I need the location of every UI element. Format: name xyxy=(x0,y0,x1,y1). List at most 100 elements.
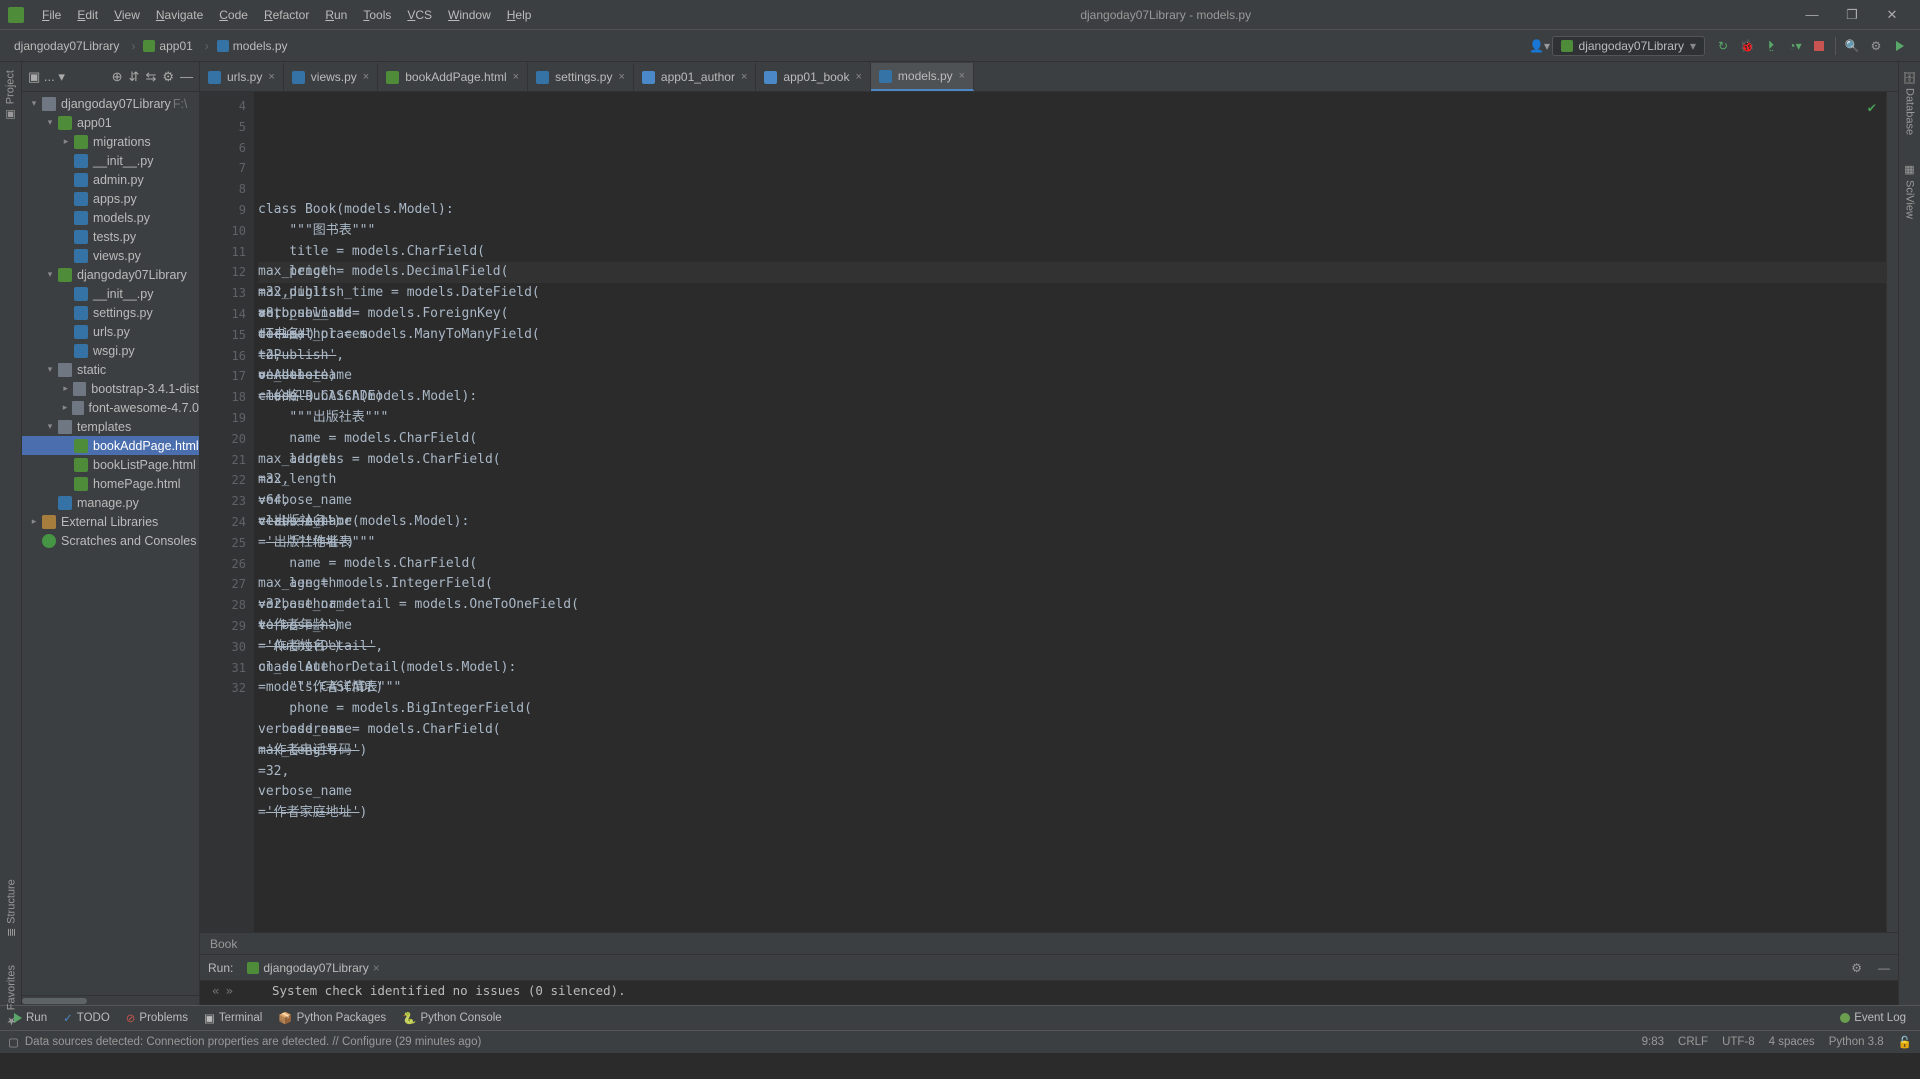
expand-icon[interactable]: ⇵ xyxy=(129,69,140,85)
run-settings-icon[interactable]: ⚙ xyxy=(1851,961,1862,975)
menu-window[interactable]: Window xyxy=(440,8,499,22)
close-icon[interactable]: × xyxy=(741,71,747,83)
tree-node[interactable]: urls.py xyxy=(22,322,199,341)
structure-tool-tab[interactable]: ≣ Structure xyxy=(3,875,20,941)
menu-refactor[interactable]: Refactor xyxy=(256,8,317,22)
collapse-icon[interactable]: ⇆ xyxy=(145,69,156,85)
tree-node[interactable]: apps.py xyxy=(22,189,199,208)
error-stripe[interactable] xyxy=(1886,92,1898,932)
encoding[interactable]: UTF-8 xyxy=(1722,1036,1755,1048)
run-config-tab[interactable]: djangoday07Library × xyxy=(241,959,385,977)
step-icon[interactable]: » xyxy=(226,983,234,998)
run-anything-icon[interactable] xyxy=(1889,35,1911,57)
tool-windows-icon[interactable]: ▢ xyxy=(8,1035,19,1049)
settings-icon[interactable]: ⚙ xyxy=(1865,35,1887,57)
hide-icon[interactable]: — xyxy=(180,69,193,84)
lock-icon[interactable]: 🔓 xyxy=(1898,1035,1912,1049)
tree-node[interactable]: models.py xyxy=(22,208,199,227)
tree-node[interactable]: bookAddPage.html xyxy=(22,436,199,455)
breadcrumb-root[interactable]: djangoday07Library xyxy=(8,37,125,55)
event-log-tab[interactable]: Event Log xyxy=(1832,1012,1914,1024)
menu-edit[interactable]: Edit xyxy=(69,8,106,22)
database-tool-tab[interactable]: 🗄 Database xyxy=(1901,66,1918,139)
editor-tab[interactable]: app01_author× xyxy=(634,63,757,91)
editor-breadcrumb[interactable]: Book xyxy=(200,932,1898,954)
menu-file[interactable]: File xyxy=(34,8,69,22)
menu-vcs[interactable]: VCS xyxy=(399,8,440,22)
tree-node[interactable]: ▾static xyxy=(22,360,199,379)
sciview-tool-tab[interactable]: ▦ SciView xyxy=(1901,159,1918,223)
editor-tab[interactable]: views.py× xyxy=(284,63,378,91)
problems-tab[interactable]: ⊘Problems xyxy=(118,1011,196,1025)
tree-node[interactable]: Scratches and Consoles xyxy=(22,531,199,550)
rerun-icon[interactable]: « xyxy=(212,983,220,998)
editor-tab[interactable]: bookAddPage.html× xyxy=(378,63,528,91)
rerun-icon[interactable]: ↻ xyxy=(1712,35,1734,57)
menu-navigate[interactable]: Navigate xyxy=(148,8,211,22)
close-icon[interactable]: × xyxy=(959,70,965,82)
run-hide-icon[interactable]: — xyxy=(1878,961,1890,975)
tree-node[interactable]: bookListPage.html xyxy=(22,455,199,474)
tree-node[interactable]: ▾app01 xyxy=(22,113,199,132)
stop-icon[interactable] xyxy=(1808,35,1830,57)
close-icon[interactable]: × xyxy=(268,71,274,83)
close-icon[interactable]: × xyxy=(363,71,369,83)
coverage-icon[interactable]: ⏵̤ xyxy=(1760,35,1782,57)
profile-icon[interactable]: ◔▾ xyxy=(1784,35,1806,57)
breadcrumb-file[interactable]: models.py xyxy=(211,37,294,55)
debug-icon[interactable]: 🐞 xyxy=(1736,35,1758,57)
window-close[interactable]: ✕ xyxy=(1872,7,1912,23)
tree-node[interactable]: manage.py xyxy=(22,493,199,512)
tree-node[interactable]: settings.py xyxy=(22,303,199,322)
editor-tab[interactable]: app01_book× xyxy=(756,63,871,91)
tree-node[interactable]: ▸font-awesome-4.7.0 xyxy=(22,398,199,417)
window-maximize[interactable]: ❐ xyxy=(1832,7,1872,23)
indent[interactable]: 4 spaces xyxy=(1769,1036,1815,1048)
search-icon[interactable]: 🔍 xyxy=(1841,35,1863,57)
tree-node[interactable]: ▸External Libraries xyxy=(22,512,199,531)
tree-node[interactable]: __init__.py xyxy=(22,151,199,170)
tree-node[interactable]: ▾djangoday07Library F:\ xyxy=(22,94,199,113)
project-tool-tab[interactable]: ▣ Project xyxy=(2,66,19,125)
line-separator[interactable]: CRLF xyxy=(1678,1036,1708,1048)
tree-node[interactable]: tests.py xyxy=(22,227,199,246)
menu-code[interactable]: Code xyxy=(211,8,256,22)
editor-tab[interactable]: models.py× xyxy=(871,63,974,91)
python-packages-tab[interactable]: 📦Python Packages xyxy=(270,1011,394,1025)
settings-icon[interactable]: ⚙ xyxy=(162,69,174,85)
tree-node[interactable]: __init__.py xyxy=(22,284,199,303)
run-output[interactable]: « » System check identified no issues (0… xyxy=(200,980,1898,1005)
todo-tab[interactable]: ✓TODO xyxy=(55,1011,118,1025)
caret-position[interactable]: 9:83 xyxy=(1642,1036,1664,1048)
run-config-dropdown[interactable]: djangoday07Library▾ xyxy=(1552,36,1705,56)
tree-node[interactable]: views.py xyxy=(22,246,199,265)
tree-node[interactable]: ▾templates xyxy=(22,417,199,436)
interpreter[interactable]: Python 3.8 xyxy=(1829,1036,1884,1048)
project-tree[interactable]: ▾djangoday07Library F:\▾app01▸migrations… xyxy=(22,92,199,995)
menu-run[interactable]: Run xyxy=(317,8,355,22)
project-view-dropdown[interactable]: ▣ ... ▾ xyxy=(28,69,65,85)
tree-node[interactable]: ▸bootstrap-3.4.1-dist xyxy=(22,379,199,398)
tree-node[interactable]: ▸migrations xyxy=(22,132,199,151)
code-editor[interactable]: ✔ class Book(models.Model): """图书表""" ti… xyxy=(254,92,1886,932)
terminal-tab[interactable]: ▣Terminal xyxy=(196,1011,270,1025)
tree-node[interactable]: admin.py xyxy=(22,170,199,189)
tree-node[interactable]: homePage.html xyxy=(22,474,199,493)
status-message[interactable]: Data sources detected: Connection proper… xyxy=(25,1036,481,1048)
project-scrollbar[interactable] xyxy=(22,995,199,1005)
close-icon[interactable]: × xyxy=(855,71,861,83)
favorites-tool-tab[interactable]: ★ Favorites xyxy=(3,961,20,1031)
window-minimize[interactable]: — xyxy=(1792,7,1832,22)
inspection-ok-icon[interactable]: ✔ xyxy=(1868,98,1876,119)
menu-help[interactable]: Help xyxy=(499,8,540,22)
tree-node[interactable]: wsgi.py xyxy=(22,341,199,360)
editor-tab[interactable]: settings.py× xyxy=(528,63,634,91)
tree-node[interactable]: ▾djangoday07Library xyxy=(22,265,199,284)
close-icon[interactable]: × xyxy=(513,71,519,83)
breadcrumb-folder[interactable]: app01 xyxy=(137,37,198,55)
python-console-tab[interactable]: 🐍Python Console xyxy=(394,1011,510,1025)
add-user-icon[interactable]: 👤▾ xyxy=(1529,35,1551,57)
menu-tools[interactable]: Tools xyxy=(355,8,399,22)
editor-tab[interactable]: urls.py× xyxy=(200,63,284,91)
menu-view[interactable]: View xyxy=(106,8,148,22)
